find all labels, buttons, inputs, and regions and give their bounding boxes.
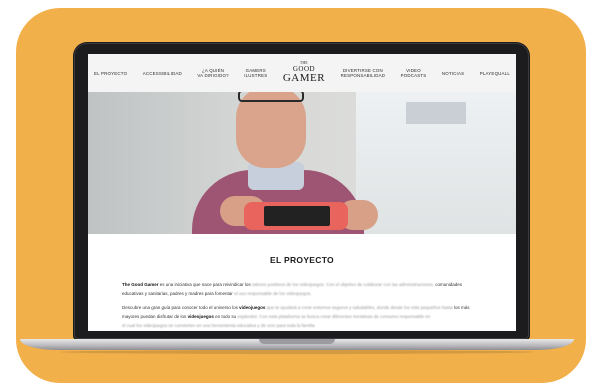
- nav-item-playequall[interactable]: PLAYEQUALL: [480, 71, 510, 76]
- guide-paragraph: Descubre una gran guía para conocer todo…: [122, 305, 470, 319]
- nav-item-gamers-ilustres[interactable]: GAMERS ILUSTRES: [244, 68, 267, 78]
- nav-item-noticias[interactable]: NOTICIAS: [442, 71, 464, 76]
- site-logo[interactable]: THE GOOD GAMER: [283, 62, 325, 84]
- continuation-paragraph: el cual los videojuegos se convierten en…: [122, 323, 315, 328]
- laptop-screen: EL PROYECTO ACCESSIBILIDAD ¿A QUIÉN VA D…: [88, 54, 516, 331]
- hero-shelf: [406, 102, 466, 124]
- person-head: [236, 92, 306, 168]
- nav-item-video-podcasts[interactable]: VIDEO PODCASTS: [401, 68, 427, 78]
- nav-item-el-proyecto[interactable]: EL PROYECTO: [94, 71, 127, 76]
- brand-name: The Good Gamer: [122, 282, 159, 287]
- intro-paragraph: The Good Gamer es una iniciativa que nac…: [122, 282, 463, 296]
- hero-image: [88, 92, 516, 234]
- nav-item-accesibilidad[interactable]: ACCESSIBILIDAD: [143, 71, 182, 76]
- nav-item-a-quien-va-dirigido[interactable]: ¿A QUIÉN VA DIRIGIDO?: [197, 68, 228, 78]
- person-glasses: [238, 92, 304, 102]
- site-navigation: EL PROYECTO ACCESSIBILIDAD ¿A QUIÉN VA D…: [88, 54, 516, 92]
- laptop-notch: [259, 339, 335, 344]
- nav-item-divertirse[interactable]: DIVERTIRSE CON RESPONSABILIDAD: [341, 68, 385, 78]
- console-screen: [264, 206, 330, 226]
- section-title: EL PROYECTO: [270, 255, 334, 265]
- logo-gamer: GAMER: [282, 71, 326, 84]
